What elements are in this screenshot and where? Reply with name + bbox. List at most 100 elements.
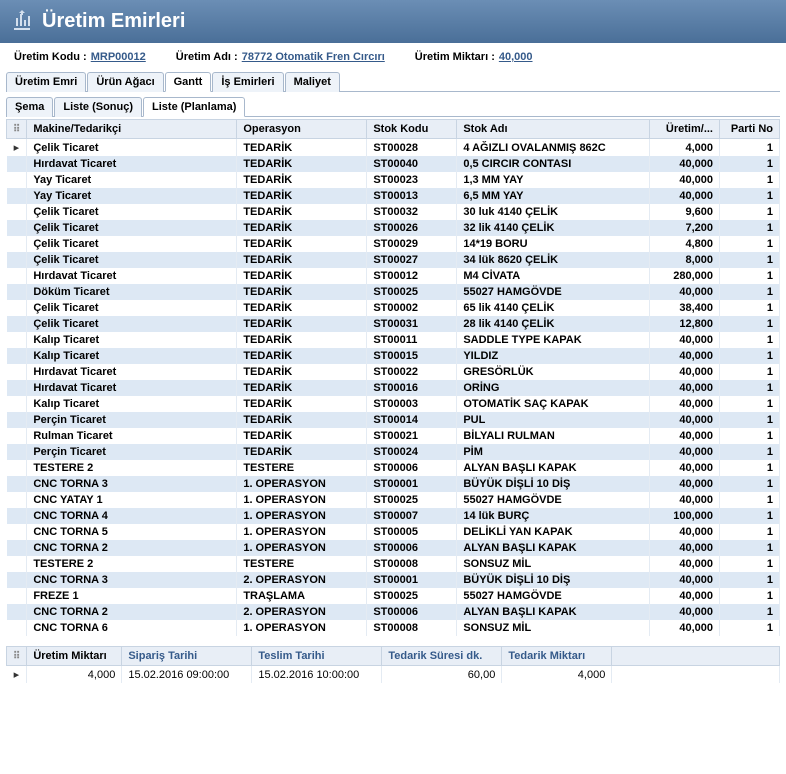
- cell: 1: [720, 188, 780, 204]
- col-header[interactable]: Tedarik Süresi dk.: [382, 647, 502, 666]
- col-header[interactable]: Parti No: [720, 120, 780, 139]
- tab-i-emirleri[interactable]: İş Emirleri: [212, 72, 283, 92]
- col-header[interactable]: Üretim Miktarı: [27, 647, 122, 666]
- col-header[interactable]: Makine/Tedarikçi: [27, 120, 237, 139]
- planning-table[interactable]: Makine/TedarikçiOperasyonStok KoduStok A…: [6, 119, 780, 636]
- col-header[interactable]: Stok Kodu: [367, 120, 457, 139]
- table-row[interactable]: CNC TORNA 22. OPERASYONST00006ALYAN BAŞL…: [7, 604, 780, 620]
- table-row[interactable]: TESTERE 2TESTEREST00008SONSUZ MİL40,0001: [7, 556, 780, 572]
- cell: TESTERE: [237, 556, 367, 572]
- table-row[interactable]: Hırdavat TicaretTEDARİKST00012M4 CİVATA2…: [7, 268, 780, 284]
- cell: 40,000: [650, 588, 720, 604]
- row-indicator: [7, 444, 27, 460]
- cell: 1: [720, 540, 780, 556]
- cell: 2. OPERASYON: [237, 572, 367, 588]
- table-row[interactable]: CNC TORNA 61. OPERASYONST00008SONSUZ MİL…: [7, 620, 780, 636]
- cell: 280,000: [650, 268, 720, 284]
- cell: ST00016: [367, 380, 457, 396]
- cell: ST00002: [367, 300, 457, 316]
- table-row[interactable]: Çelik TicaretTEDARİKST0003128 lik 4140 Ç…: [7, 316, 780, 332]
- table-row[interactable]: Çelik TicaretTEDARİKST0002914*19 BORU4,8…: [7, 236, 780, 252]
- table-row[interactable]: Hırdavat TicaretTEDARİKST00016ORİNG40,00…: [7, 380, 780, 396]
- row-indicator: [7, 460, 27, 476]
- table-row[interactable]: ▸4,00015.02.2016 09:00:0015.02.2016 10:0…: [7, 666, 780, 684]
- cell: TESTERE: [237, 460, 367, 476]
- cell: ST00032: [367, 204, 457, 220]
- row-indicator: [7, 524, 27, 540]
- table-row[interactable]: CNC YATAY 11. OPERASYONST0002555027 HAMG…: [7, 492, 780, 508]
- tab-liste-planlama-[interactable]: Liste (Planlama): [143, 97, 245, 117]
- table-row[interactable]: Kalıp TicaretTEDARİKST00011SADDLE TYPE K…: [7, 332, 780, 348]
- table-row[interactable]: Kalıp TicaretTEDARİKST00015YILDIZ40,0001: [7, 348, 780, 364]
- row-indicator: [7, 508, 27, 524]
- col-header[interactable]: Sipariş Tarihi: [122, 647, 252, 666]
- cell: Perçin Ticaret: [27, 444, 237, 460]
- table-row[interactable]: Çelik TicaretTEDARİKST0003230 luk 4140 Ç…: [7, 204, 780, 220]
- cell: TEDARİK: [237, 300, 367, 316]
- cell: Yay Ticaret: [27, 188, 237, 204]
- cell: 32 lik 4140 ÇELİK: [457, 220, 650, 236]
- cell: Çelik Ticaret: [27, 252, 237, 268]
- table-row[interactable]: Yay TicaretTEDARİKST000136,5 MM YAY40,00…: [7, 188, 780, 204]
- cell: ST00025: [367, 284, 457, 300]
- table-row[interactable]: CNC TORNA 31. OPERASYONST00001BÜYÜK DİŞL…: [7, 476, 780, 492]
- table-row[interactable]: Yay TicaretTEDARİKST000231,3 MM YAY40,00…: [7, 172, 780, 188]
- table-row[interactable]: Hırdavat TicaretTEDARİKST000400,5 CIRCIR…: [7, 156, 780, 172]
- cell: 6,5 MM YAY: [457, 188, 650, 204]
- table-row[interactable]: Perçin TicaretTEDARİKST00024PİM40,0001: [7, 444, 780, 460]
- row-indicator: [7, 620, 27, 636]
- row-indicator: [7, 204, 27, 220]
- cell: ST00022: [367, 364, 457, 380]
- table-row[interactable]: ▸Çelik TicaretTEDARİKST000284 AĞIZLI OVA…: [7, 139, 780, 157]
- table-row[interactable]: Perçin TicaretTEDARİKST00014PUL40,0001: [7, 412, 780, 428]
- col-header[interactable]: Teslim Tarihi: [252, 647, 382, 666]
- cell: 12,800: [650, 316, 720, 332]
- row-indicator: [7, 156, 27, 172]
- cell: Kalıp Ticaret: [27, 396, 237, 412]
- table-row[interactable]: Döküm TicaretTEDARİKST0002555027 HAMGÖVD…: [7, 284, 780, 300]
- col-header[interactable]: Tedarik Miktarı: [502, 647, 612, 666]
- cell: BİLYALI RULMAN: [457, 428, 650, 444]
- table-row[interactable]: CNC TORNA 41. OPERASYONST0000714 lük BUR…: [7, 508, 780, 524]
- table-row[interactable]: CNC TORNA 51. OPERASYONST00005DELİKLİ YA…: [7, 524, 780, 540]
- cell: ORİNG: [457, 380, 650, 396]
- table-row[interactable]: Rulman TicaretTEDARİKST00021BİLYALI RULM…: [7, 428, 780, 444]
- col-header[interactable]: Üretim/...: [650, 120, 720, 139]
- table-row[interactable]: CNC TORNA 21. OPERASYONST00006ALYAN BAŞL…: [7, 540, 780, 556]
- cell: ST00021: [367, 428, 457, 444]
- cell: ST00007: [367, 508, 457, 524]
- table-row[interactable]: Çelik TicaretTEDARİKST0002632 lik 4140 Ç…: [7, 220, 780, 236]
- label-uretim-kodu: Üretim Kodu :: [14, 51, 87, 63]
- tab-maliyet[interactable]: Maliyet: [285, 72, 340, 92]
- cell: 1: [720, 604, 780, 620]
- column-selector[interactable]: [7, 120, 27, 139]
- tab--r-n-a-ac-[interactable]: Ürün Ağacı: [87, 72, 163, 92]
- table-row[interactable]: Hırdavat TicaretTEDARİKST00022GRESÖRLÜK4…: [7, 364, 780, 380]
- col-header[interactable]: Stok Adı: [457, 120, 650, 139]
- tab-gantt[interactable]: Gantt: [165, 72, 212, 92]
- table-row[interactable]: Çelik TicaretTEDARİKST0000265 lik 4140 Ç…: [7, 300, 780, 316]
- cell: 34 lük 8620 ÇELİK: [457, 252, 650, 268]
- cell: TEDARİK: [237, 220, 367, 236]
- cell: 1: [720, 204, 780, 220]
- table-row[interactable]: CNC TORNA 32. OPERASYONST00001BÜYÜK DİŞL…: [7, 572, 780, 588]
- cell: CNC TORNA 6: [27, 620, 237, 636]
- cell: 65 lik 4140 ÇELİK: [457, 300, 650, 316]
- tab--retim-emri[interactable]: Üretim Emri: [6, 72, 86, 92]
- table-row[interactable]: FREZE 1TRAŞLAMAST0002555027 HAMGÖVDE40,0…: [7, 588, 780, 604]
- cell: 40,000: [650, 284, 720, 300]
- cell: 40,000: [650, 460, 720, 476]
- detail-table[interactable]: Üretim MiktarıSipariş TarihiTeslim Tarih…: [6, 646, 780, 683]
- cell: Kalıp Ticaret: [27, 332, 237, 348]
- cell: ST00024: [367, 444, 457, 460]
- column-selector[interactable]: [7, 647, 27, 666]
- cell: TEDARİK: [237, 364, 367, 380]
- cell: 1: [720, 139, 780, 157]
- table-row[interactable]: TESTERE 2TESTEREST00006ALYAN BAŞLI KAPAK…: [7, 460, 780, 476]
- tab-liste-sonu-[interactable]: Liste (Sonuç): [54, 97, 142, 117]
- col-header[interactable]: Operasyon: [237, 120, 367, 139]
- table-row[interactable]: Çelik TicaretTEDARİKST0002734 lük 8620 Ç…: [7, 252, 780, 268]
- table-row[interactable]: Kalıp TicaretTEDARİKST00003OTOMATİK SAÇ …: [7, 396, 780, 412]
- tab--ema[interactable]: Şema: [6, 97, 53, 117]
- row-indicator: [7, 268, 27, 284]
